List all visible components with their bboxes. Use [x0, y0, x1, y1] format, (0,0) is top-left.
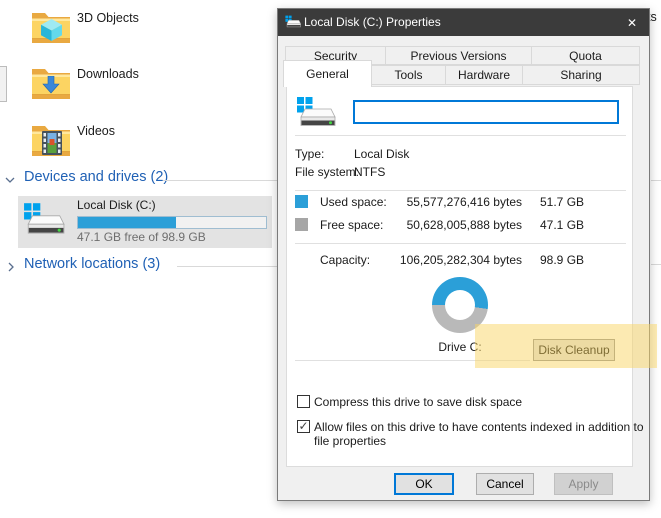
used-space-size: 51.7 GB: [540, 195, 585, 209]
tab-general-active[interactable]: General: [283, 60, 372, 87]
drive-caption: Drive C:: [438, 340, 482, 354]
compress-checkbox-label: Compress this drive to save disk space: [314, 395, 523, 409]
folder-label: Videos: [77, 124, 115, 138]
tab-label: Previous Versions: [410, 48, 507, 63]
compress-checkbox[interactable]: [297, 395, 310, 408]
group-header-devices-and-drives[interactable]: Devices and drives (2): [2, 169, 272, 189]
free-space-swatch: [295, 218, 308, 231]
close-icon: ✕: [626, 15, 638, 30]
free-space-bytes: 50,628,005,888 bytes: [406, 218, 522, 232]
indexing-checkbox-label: Allow files on this drive to have conten…: [314, 420, 644, 448]
type-value: Local Disk: [354, 147, 410, 161]
group-label: Network locations (3): [24, 256, 161, 272]
separator: [295, 360, 530, 361]
tab-tools[interactable]: Tools: [371, 65, 446, 85]
separator: [295, 190, 626, 191]
tab-previous-versions[interactable]: Previous Versions: [385, 46, 532, 65]
apply-button[interactable]: Apply: [554, 473, 613, 495]
chevron-right-icon[interactable]: [5, 261, 17, 273]
separator: [295, 135, 626, 136]
capacity-donut: [432, 277, 488, 333]
group-divider-fragment: [651, 180, 661, 181]
folder-item-3d-objects[interactable]: 3D Objects: [30, 6, 270, 54]
used-space-bytes: 55,577,276,416 bytes: [406, 195, 522, 209]
disk-cleanup-button[interactable]: Disk Cleanup: [533, 339, 615, 361]
indexing-checkbox[interactable]: ✓: [297, 420, 310, 433]
capacity-bar: [77, 216, 267, 229]
drive-free-space-text: 47.1 GB free of 98.9 GB: [77, 230, 206, 244]
tab-label: Hardware: [457, 68, 511, 82]
filesystem-value: NTFS: [354, 165, 386, 179]
film-strip-icon: [42, 131, 62, 155]
drive-name: Local Disk (C:): [77, 198, 156, 212]
download-arrow-icon: [42, 76, 60, 94]
folder-item-downloads[interactable]: Downloads: [30, 62, 270, 110]
chevron-down-icon[interactable]: [4, 174, 16, 186]
folder-label: 3D Objects: [77, 11, 139, 25]
free-space-label: Free space:: [320, 218, 384, 232]
type-label: Type:: [295, 147, 325, 161]
folder-videos-icon: [30, 121, 72, 162]
folder-label: Downloads: [77, 67, 139, 81]
volume-label-input[interactable]: [353, 100, 619, 124]
dialog-titlebar[interactable]: Local Disk (C:) Properties ✕: [278, 9, 649, 36]
capacity-bar-fill: [78, 217, 177, 228]
properties-dialog: Local Disk (C:) Properties ✕ Security Pr…: [277, 8, 650, 501]
filesystem-label: File system:: [295, 165, 360, 179]
general-tab-page: Type: Local Disk File system: NTFS Used …: [286, 86, 644, 467]
hard-drive-icon: [23, 202, 65, 243]
tab-label: Tools: [394, 68, 423, 82]
cube-icon: [41, 19, 62, 41]
group-divider: [177, 266, 277, 267]
capacity-bytes: 106,205,282,304 bytes: [399, 253, 522, 267]
tab-quota[interactable]: Quota: [531, 46, 640, 65]
drive-mini-icon: [285, 15, 301, 34]
tab-hardware[interactable]: Hardware: [445, 65, 523, 85]
used-space-swatch: [295, 195, 308, 208]
capacity-label: Capacity:: [320, 253, 371, 267]
tab-label: General: [306, 67, 349, 81]
folder-3d-objects-icon: [30, 8, 72, 49]
tab-label: Sharing: [560, 68, 602, 82]
hard-drive-icon: [296, 96, 336, 135]
disk-cleanup-label: Disk Cleanup: [538, 343, 610, 357]
free-space-size: 47.1 GB: [540, 218, 585, 232]
group-divider-fragment: [651, 264, 661, 265]
separator: [295, 243, 626, 244]
used-space-label: Used space:: [320, 195, 387, 209]
scrollbar-thumb-fragment[interactable]: [0, 66, 7, 102]
cancel-label: Cancel: [486, 477, 524, 491]
group-divider: [163, 180, 277, 181]
close-button[interactable]: ✕: [615, 9, 649, 36]
donut-hole: [445, 290, 475, 320]
ok-button[interactable]: OK: [394, 473, 454, 495]
ok-label: OK: [415, 477, 433, 491]
tab-sharing[interactable]: Sharing: [522, 65, 640, 85]
folder-item-videos[interactable]: Videos: [30, 119, 270, 167]
capacity-size: 98.9 GB: [540, 253, 585, 267]
drive-tile-local-disk-c[interactable]: Local Disk (C:) 47.1 GB free of 98.9 GB: [18, 196, 272, 248]
cancel-button[interactable]: Cancel: [476, 473, 534, 495]
screen: 3D Objects Downloads Videos Devices and …: [0, 0, 661, 518]
folder-downloads-icon: [30, 64, 72, 105]
apply-label: Apply: [568, 477, 599, 491]
tab-label: Quota: [569, 48, 602, 63]
dialog-title: Local Disk (C:) Properties: [304, 15, 441, 29]
group-label: Devices and drives (2): [24, 169, 169, 185]
